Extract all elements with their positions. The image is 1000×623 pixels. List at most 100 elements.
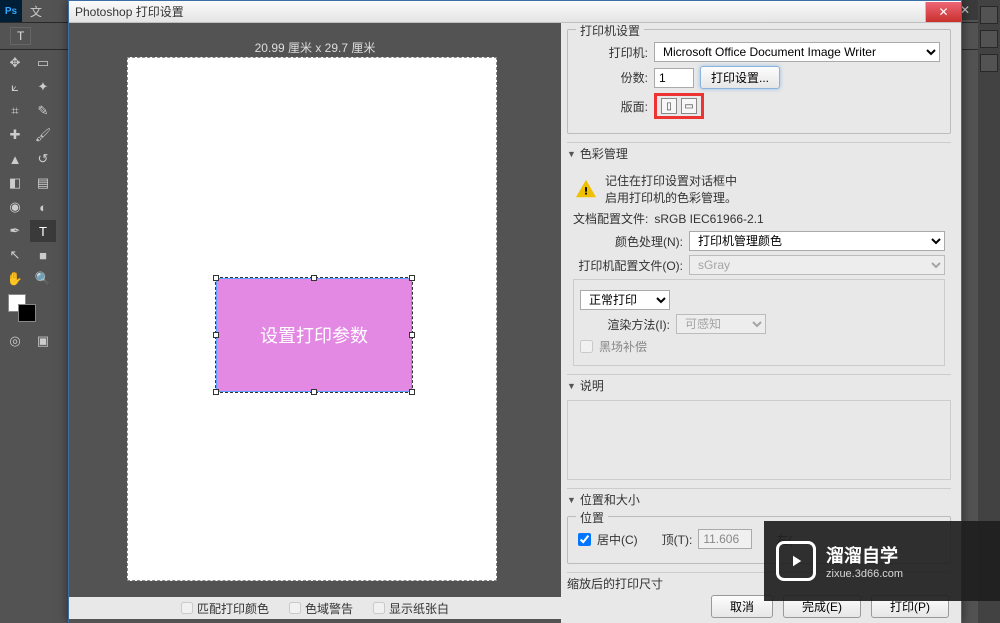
shape-tool-icon[interactable]: ■	[30, 244, 56, 266]
ps-toolbox: ✥ ▭ ⟀ ✦ ⌗ ✎ ✚ 🖌 ▲ ↺ ◧ ▤ ◉ ◐ ✒ T ↖ ■ ✋ 🔍 …	[0, 50, 58, 354]
dodge-tool-icon[interactable]: ◐	[30, 196, 56, 218]
dialog-close-button[interactable]: ✕	[925, 2, 961, 22]
dock-panel-icon[interactable]	[980, 6, 998, 24]
doc-profile-value: sRGB IEC61966-2.1	[654, 212, 763, 226]
orientation-landscape-icon[interactable]: ▭	[681, 98, 697, 114]
resize-handle[interactable]	[409, 275, 415, 281]
background-swatch[interactable]	[18, 304, 36, 322]
watermark-brand: 溜溜自学	[826, 542, 903, 568]
resize-handle[interactable]	[311, 275, 317, 281]
brush-tool-icon[interactable]: 🖌	[30, 124, 56, 146]
bpc-checkbox	[580, 340, 593, 353]
print-preview-panel: 20.99 厘米 x 29.7 厘米 设置打印参数 匹配打印颜色	[69, 23, 561, 623]
doc-profile-label: 文档配置文件:	[573, 210, 648, 227]
gamut-warning-checkbox[interactable]: 色域警告	[289, 600, 353, 617]
copies-label: 份数:	[578, 69, 648, 86]
lasso-tool-icon[interactable]: ⟀	[2, 76, 28, 98]
resize-handle[interactable]	[213, 275, 219, 281]
color-mgmt-title: 色彩管理	[580, 145, 628, 162]
description-header[interactable]: ▼ 说明	[567, 374, 951, 396]
printer-label: 打印机:	[578, 44, 648, 61]
warn-line1: 记住在打印设置对话框中	[605, 172, 737, 189]
print-settings-button[interactable]: 打印设置...	[700, 66, 780, 89]
position-size-header[interactable]: ▼ 位置和大小	[567, 488, 951, 510]
quickmask-icon[interactable]: ◎	[2, 330, 28, 352]
center-checkbox[interactable]	[578, 533, 591, 546]
blur-tool-icon[interactable]: ◉	[2, 196, 28, 218]
watermark-text: 溜溜自学 zixue.3d66.com	[826, 542, 903, 580]
handling-label: 颜色处理(N):	[573, 233, 683, 250]
printer-group-title: 打印机设置	[576, 23, 644, 39]
move-tool-icon[interactable]: ✥	[2, 52, 28, 74]
crop-tool-icon[interactable]: ⌗	[2, 100, 28, 122]
screen-mode-icon[interactable]: ▣	[30, 330, 56, 352]
gradient-tool-icon[interactable]: ▤	[30, 172, 56, 194]
wand-tool-icon[interactable]: ✦	[30, 76, 56, 98]
resize-handle[interactable]	[311, 389, 317, 395]
color-mgmt-header[interactable]: ▼ 色彩管理	[567, 142, 951, 164]
resize-handle[interactable]	[213, 332, 219, 338]
path-sel-icon[interactable]: ↖	[2, 244, 28, 266]
menu-file[interactable]: 文	[22, 3, 50, 20]
bpc-label: 黑场补偿	[599, 338, 647, 355]
orientation-highlight: ▯ ▭	[654, 93, 704, 119]
description-box	[567, 400, 951, 480]
play-icon	[776, 541, 816, 581]
paper-white-input[interactable]	[373, 602, 385, 614]
disclosure-triangle-icon: ▼	[567, 149, 576, 159]
warning-icon	[573, 176, 599, 202]
position-size-title: 位置和大小	[580, 491, 640, 508]
dock-panel-icon[interactable]	[980, 54, 998, 72]
gamut-input[interactable]	[289, 602, 301, 614]
intent-label: 渲染方法(I):	[580, 316, 670, 333]
eyedropper-tool-icon[interactable]: ✎	[30, 100, 56, 122]
intent-select: 可感知	[676, 314, 766, 334]
pen-tool-icon[interactable]: ✒	[2, 220, 28, 242]
match-colors-checkbox[interactable]: 匹配打印颜色	[181, 600, 269, 617]
color-mgmt-warning: 记住在打印设置对话框中 启用打印机的色彩管理。	[605, 172, 737, 206]
marquee-tool-icon[interactable]: ▭	[30, 52, 56, 74]
dock-panel-icon[interactable]	[980, 30, 998, 48]
top-label: 顶(T):	[662, 531, 693, 548]
printer-profile-label: 打印机配置文件(O):	[573, 257, 683, 274]
ps-logo-icon: Ps	[0, 0, 22, 22]
warn-line2: 启用打印机的色彩管理。	[605, 189, 737, 206]
color-handling-select[interactable]: 打印机管理颜色	[689, 231, 945, 251]
description-title: 说明	[580, 377, 604, 394]
hand-tool-icon[interactable]: ✋	[2, 268, 28, 290]
preview-options-row: 匹配打印颜色 色域警告 显示纸张白	[69, 597, 561, 619]
printer-select[interactable]: Microsoft Office Document Image Writer	[654, 42, 940, 62]
orientation-label: 版面:	[578, 98, 648, 115]
artwork-text: 设置打印参数	[260, 322, 368, 348]
gamut-label: 色域警告	[305, 600, 353, 617]
paper-white-label: 显示纸张白	[389, 600, 449, 617]
tool-indicator[interactable]: T	[10, 27, 31, 45]
orientation-portrait-icon[interactable]: ▯	[661, 98, 677, 114]
preview-page: 设置打印参数	[127, 57, 497, 581]
position-sub-title: 位置	[576, 509, 608, 526]
top-input	[698, 529, 752, 549]
eraser-tool-icon[interactable]: ◧	[2, 172, 28, 194]
watermark-overlay: 溜溜自学 zixue.3d66.com	[764, 521, 1000, 601]
disclosure-triangle-icon: ▼	[567, 495, 576, 505]
center-label: 居中(C)	[597, 531, 638, 548]
preview-dimensions-label: 20.99 厘米 x 29.7 厘米	[255, 39, 376, 56]
watermark-url: zixue.3d66.com	[826, 568, 903, 580]
history-brush-icon[interactable]: ↺	[30, 148, 56, 170]
preview-artwork[interactable]: 设置打印参数	[216, 278, 412, 392]
resize-handle[interactable]	[409, 332, 415, 338]
type-tool-icon[interactable]: T	[30, 220, 56, 242]
resize-handle[interactable]	[213, 389, 219, 395]
printer-settings-group: 打印机设置 打印机: Microsoft Office Document Ima…	[567, 29, 951, 134]
print-mode-select[interactable]: 正常打印	[580, 290, 670, 310]
stamp-tool-icon[interactable]: ▲	[2, 148, 28, 170]
disclosure-triangle-icon: ▼	[567, 381, 576, 391]
heal-tool-icon[interactable]: ✚	[2, 124, 28, 146]
paper-white-checkbox[interactable]: 显示纸张白	[373, 600, 449, 617]
zoom-tool-icon[interactable]: 🔍	[30, 268, 56, 290]
match-colors-input[interactable]	[181, 602, 193, 614]
dialog-titlebar[interactable]: Photoshop 打印设置 ✕	[69, 1, 961, 23]
color-swatches[interactable]	[2, 292, 56, 328]
copies-input[interactable]	[654, 68, 694, 88]
resize-handle[interactable]	[409, 389, 415, 395]
